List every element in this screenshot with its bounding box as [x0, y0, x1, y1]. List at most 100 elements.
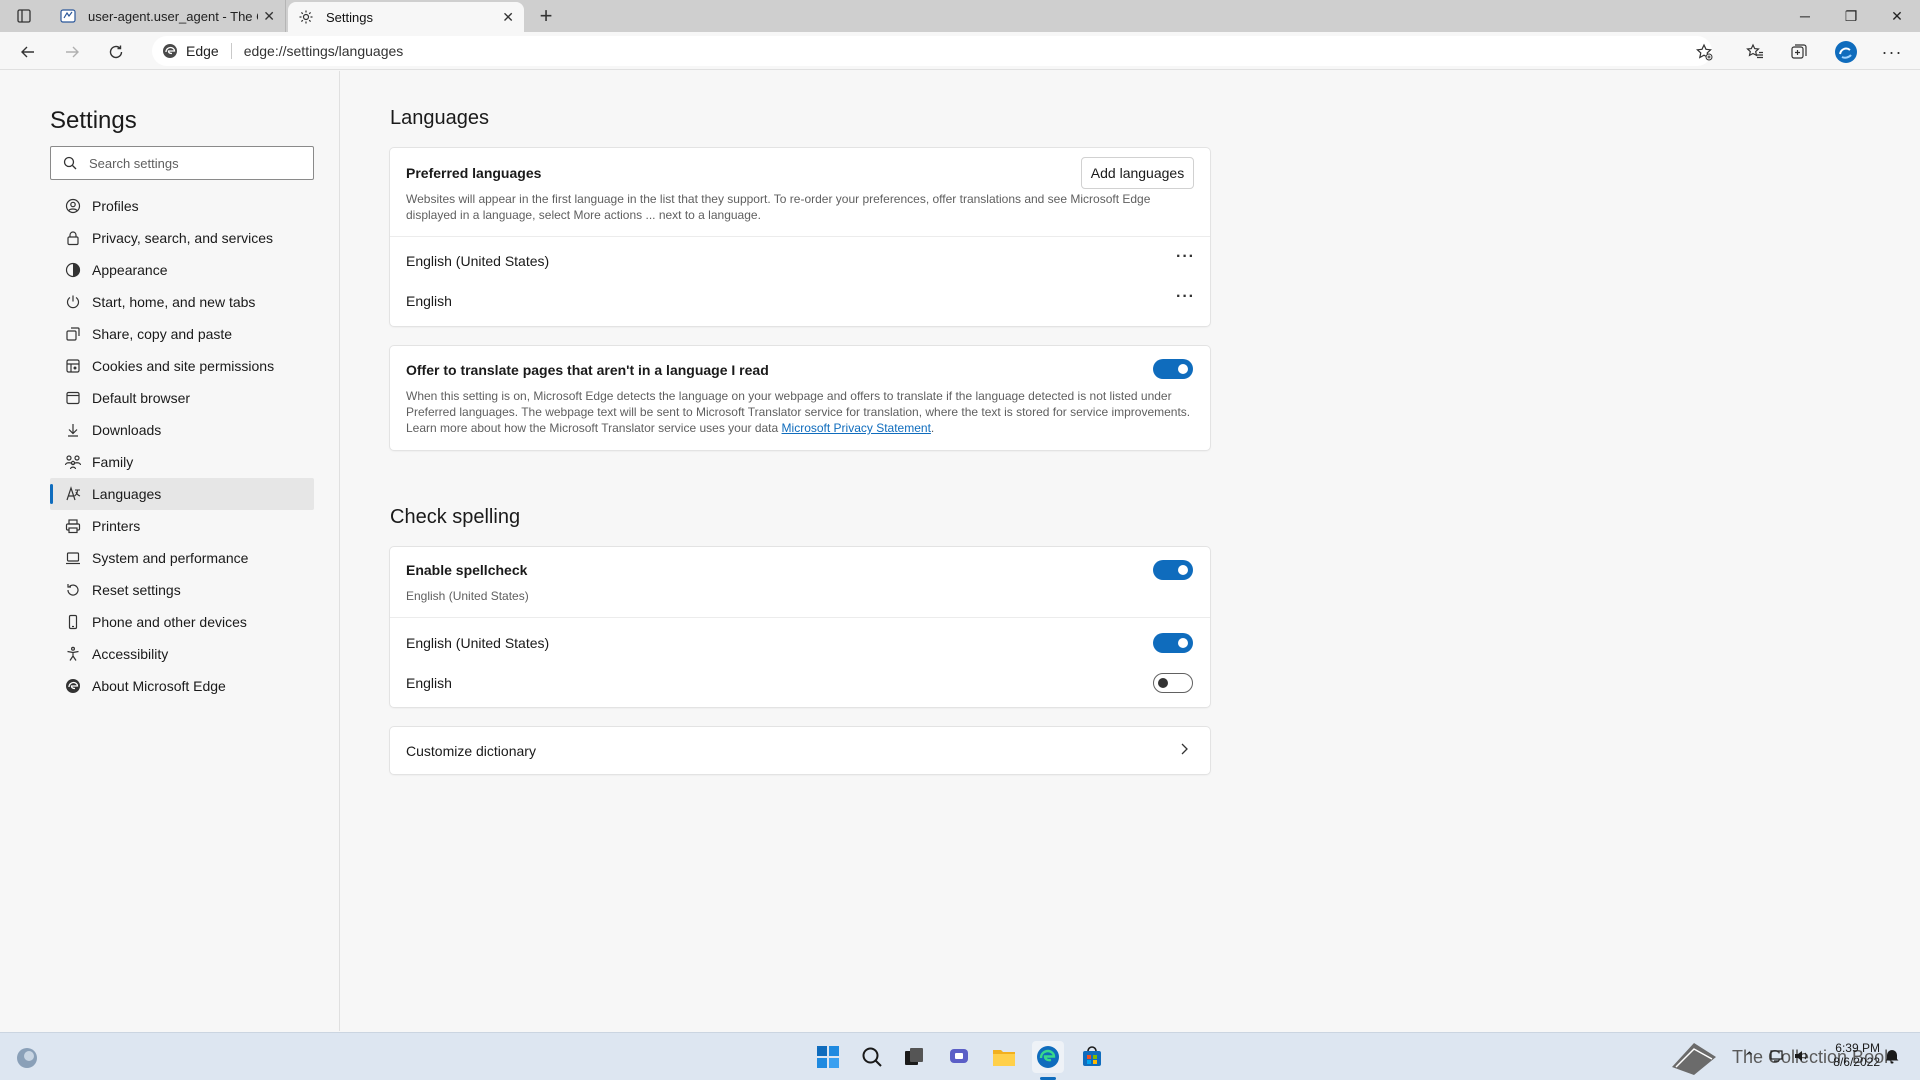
restore-icon[interactable]: ❐ — [1828, 0, 1874, 32]
sidebar-item-phone[interactable]: Phone and other devices — [50, 606, 314, 638]
widgets-icon[interactable] — [16, 1047, 38, 1074]
customize-dictionary-row[interactable]: Customize dictionary — [390, 727, 1210, 774]
preferred-languages-description: Websites will appear in the first langua… — [406, 192, 1151, 222]
sidebar-item-label: Default browser — [92, 390, 191, 406]
language-item: English — [406, 293, 452, 309]
close-tab-icon[interactable]: ✕ — [263, 8, 275, 25]
sidebar-item-label: Downloads — [92, 422, 162, 438]
store-icon[interactable] — [1076, 1041, 1108, 1073]
sidebar-item-label: Share, copy and paste — [92, 326, 233, 342]
sidebar-item-appearance[interactable]: Appearance — [50, 254, 314, 286]
sidebar-item-default-browser[interactable]: Default browser — [50, 382, 314, 414]
back-arrow-icon[interactable] — [14, 38, 42, 66]
privacy-statement-link[interactable]: Microsoft Privacy Statement — [782, 421, 931, 435]
spellcheck-toggle[interactable] — [1153, 560, 1193, 580]
profile-avatar-icon[interactable] — [1832, 38, 1860, 66]
more-menu-icon[interactable]: ··· — [1878, 38, 1906, 66]
sidebar-item-family[interactable]: Family — [50, 446, 314, 478]
start-icon[interactable] — [812, 1041, 844, 1073]
sidebar-item-accessibility[interactable]: Accessibility — [50, 638, 314, 670]
enable-spellcheck-title: Enable spellcheck — [406, 562, 528, 578]
network-icon[interactable] — [1770, 1049, 1786, 1068]
sidebar-item-label: Privacy, search, and services — [92, 230, 274, 246]
file-explorer-icon[interactable] — [988, 1041, 1020, 1073]
divider — [390, 236, 1210, 237]
reset-icon — [64, 581, 82, 599]
browser-toolbar: Edge edge://settings/languages ··· — [0, 32, 1920, 70]
spellcheck-language-toggle[interactable] — [1153, 673, 1193, 693]
sidebar-item-share[interactable]: Share, copy and paste — [50, 318, 314, 350]
sidebar-item-label: Printers — [92, 518, 141, 534]
spellcheck-card: Enable spellcheck English (United States… — [390, 547, 1210, 707]
sidebar-item-privacy[interactable]: Privacy, search, and services — [50, 222, 314, 254]
url-text[interactable]: edge://settings/languages — [244, 43, 404, 59]
tab-settings[interactable]: Settings ✕ — [288, 2, 524, 32]
check-spelling-heading: Check spelling — [390, 506, 521, 528]
divider — [390, 617, 1210, 618]
tab-title: Settings — [326, 9, 373, 25]
more-actions-icon[interactable]: ··· — [1176, 248, 1195, 266]
power-icon — [64, 293, 82, 311]
edge-icon — [64, 677, 82, 695]
spellcheck-language-toggle[interactable] — [1153, 633, 1193, 653]
spellcheck-language-label: English (United States) — [406, 635, 550, 651]
sidebar-item-languages[interactable]: Languages — [50, 478, 314, 510]
volume-icon[interactable] — [1794, 1049, 1810, 1068]
sidebar-item-about[interactable]: About Microsoft Edge — [50, 670, 314, 702]
close-window-icon[interactable]: ✕ — [1874, 0, 1920, 32]
search-field[interactable] — [50, 146, 314, 180]
search-input[interactable] — [89, 155, 299, 171]
translate-card: Offer to translate pages that aren't in … — [390, 346, 1210, 450]
notification-icon[interactable] — [1884, 1048, 1900, 1069]
sidebar-item-label: Profiles — [92, 198, 139, 214]
address-bar[interactable]: Edge edge://settings/languages — [152, 36, 1712, 66]
sidebar-item-label: Family — [92, 454, 134, 470]
settings-sidebar: Settings Profiles Privacy, search, and s… — [0, 71, 340, 1031]
chat-icon[interactable] — [943, 1041, 975, 1073]
cookies-icon — [64, 357, 82, 375]
page-favicon-icon — [60, 8, 76, 24]
lock-icon — [64, 229, 82, 247]
languages-icon — [64, 485, 82, 503]
collections-icon[interactable] — [1785, 38, 1813, 66]
preferred-languages-card: Preferred languages Add languages Websit… — [390, 148, 1210, 326]
sidebar-item-reset[interactable]: Reset settings — [50, 574, 314, 606]
translate-toggle[interactable] — [1153, 359, 1193, 379]
add-languages-button[interactable]: Add languages — [1081, 157, 1194, 189]
clock-date: 8/6/2022 — [1833, 1055, 1880, 1069]
sidebar-item-cookies[interactable]: Cookies and site permissions — [50, 350, 314, 382]
sidebar-item-label: Reset settings — [92, 582, 181, 598]
profile-icon — [64, 197, 82, 215]
tab-user-agent[interactable]: user-agent.user_agent - The Coll ✕ — [50, 0, 286, 32]
gear-icon — [298, 9, 314, 25]
task-view-icon[interactable] — [898, 1041, 930, 1073]
translate-title: Offer to translate pages that aren't in … — [406, 362, 769, 378]
search-icon[interactable] — [856, 1041, 888, 1073]
tab-actions-icon[interactable] — [10, 2, 38, 30]
sidebar-item-start-home[interactable]: Start, home, and new tabs — [50, 286, 314, 318]
more-actions-icon[interactable]: ··· — [1176, 288, 1195, 306]
language-item: English (United States) — [406, 253, 550, 269]
sidebar-item-profiles[interactable]: Profiles — [50, 190, 314, 222]
edge-chip[interactable]: Edge — [152, 43, 232, 59]
spellcheck-language-label: English — [406, 675, 452, 691]
refresh-icon[interactable] — [102, 38, 130, 66]
clock-time: 6:39 PM — [1835, 1041, 1880, 1055]
new-tab-button[interactable]: + — [534, 3, 558, 28]
share-icon — [64, 325, 82, 343]
forward-arrow-icon[interactable] — [58, 38, 86, 66]
search-icon — [63, 156, 77, 170]
show-hidden-icons[interactable]: ⌃ — [1744, 1049, 1755, 1065]
sidebar-item-printers[interactable]: Printers — [50, 510, 314, 542]
sidebar-item-downloads[interactable]: Downloads — [50, 414, 314, 446]
minimize-icon[interactable]: ─ — [1782, 0, 1828, 32]
sidebar-item-system[interactable]: System and performance — [50, 542, 314, 574]
sidebar-item-label: Appearance — [92, 262, 168, 278]
favorites-icon[interactable] — [1741, 38, 1769, 66]
translate-period: . — [930, 421, 935, 435]
clock[interactable]: 6:39 PM 8/6/2022 — [1832, 1041, 1880, 1069]
taskbar: The Collection Book ⌃ 6:39 PM 8/6/2022 — [0, 1032, 1920, 1080]
edge-icon[interactable] — [1032, 1041, 1064, 1073]
add-favorite-icon[interactable] — [1690, 38, 1718, 66]
close-tab-icon[interactable]: ✕ — [502, 9, 514, 26]
